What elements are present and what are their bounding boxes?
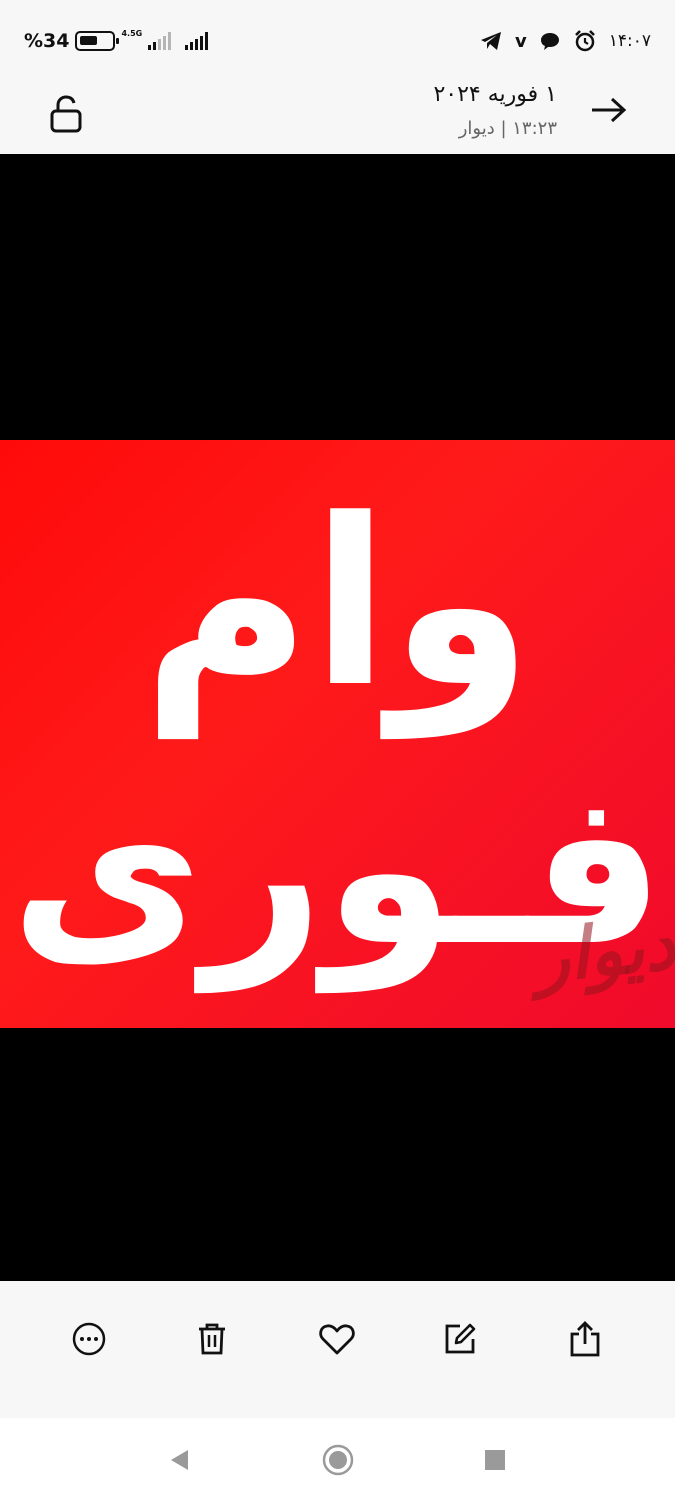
viewer-header: ۱ فوریه ۲۰۲۴ ۱۳:۲۳ | دیوار	[0, 80, 675, 154]
share-icon	[570, 1321, 600, 1357]
nav-back-button[interactable]	[157, 1438, 201, 1482]
gallery-screen: %34 4.5G v ۱۴:۰۷ ۱ فوریه ۲۰۲۴ ۱۳:۲۳ | دی…	[0, 0, 675, 1500]
lock-open-icon	[50, 95, 82, 133]
back-triangle-icon	[171, 1450, 188, 1470]
edit-button[interactable]	[432, 1311, 488, 1367]
watermark: دیوار	[531, 902, 675, 1000]
edit-icon	[445, 1323, 476, 1354]
chat-bubble-icon	[540, 33, 559, 50]
nav-home-button[interactable]	[316, 1438, 360, 1482]
network-type-label: 4.5G	[121, 28, 143, 38]
lock-button[interactable]	[40, 88, 92, 140]
poster-text-line1: وام	[142, 471, 533, 738]
more-options-button[interactable]	[61, 1311, 117, 1367]
share-button[interactable]	[557, 1311, 613, 1367]
trash-icon	[199, 1323, 225, 1355]
heart-icon	[319, 1324, 355, 1355]
signal-bars-icon	[148, 32, 172, 50]
notification-badge: v	[515, 30, 527, 52]
image-viewer[interactable]: وام فـوری دیوار	[0, 154, 675, 1281]
battery-icon	[75, 31, 120, 51]
back-button[interactable]	[583, 84, 635, 136]
delete-button[interactable]	[184, 1311, 240, 1367]
nav-recents-button[interactable]	[473, 1438, 517, 1482]
recents-square-icon	[485, 1450, 505, 1470]
arrow-right-icon	[592, 97, 627, 123]
title-block: ۱ فوریه ۲۰۲۴ ۱۳:۲۳ | دیوار	[433, 80, 557, 144]
more-options-icon	[72, 1322, 106, 1356]
system-navbar	[0, 1418, 675, 1500]
status-clock: ۱۴:۰۷	[608, 31, 651, 51]
status-right: v ۱۴:۰۷	[479, 28, 651, 54]
favorite-button[interactable]	[309, 1311, 365, 1367]
home-circle-icon	[322, 1444, 354, 1476]
poster-image: وام فـوری دیوار	[0, 440, 675, 1028]
battery-percent: %34	[24, 30, 70, 52]
signal-bars-icon	[185, 32, 209, 50]
alarm-icon	[574, 30, 595, 52]
status-bar: %34 4.5G v ۱۴:۰۷	[0, 0, 675, 80]
bottom-toolbar	[0, 1281, 675, 1418]
page-subtitle: ۱۳:۲۳ | دیوار	[458, 118, 557, 139]
telegram-icon	[481, 32, 501, 50]
status-left: %34 4.5G	[24, 28, 209, 54]
page-title: ۱ فوریه ۲۰۲۴	[433, 82, 557, 107]
